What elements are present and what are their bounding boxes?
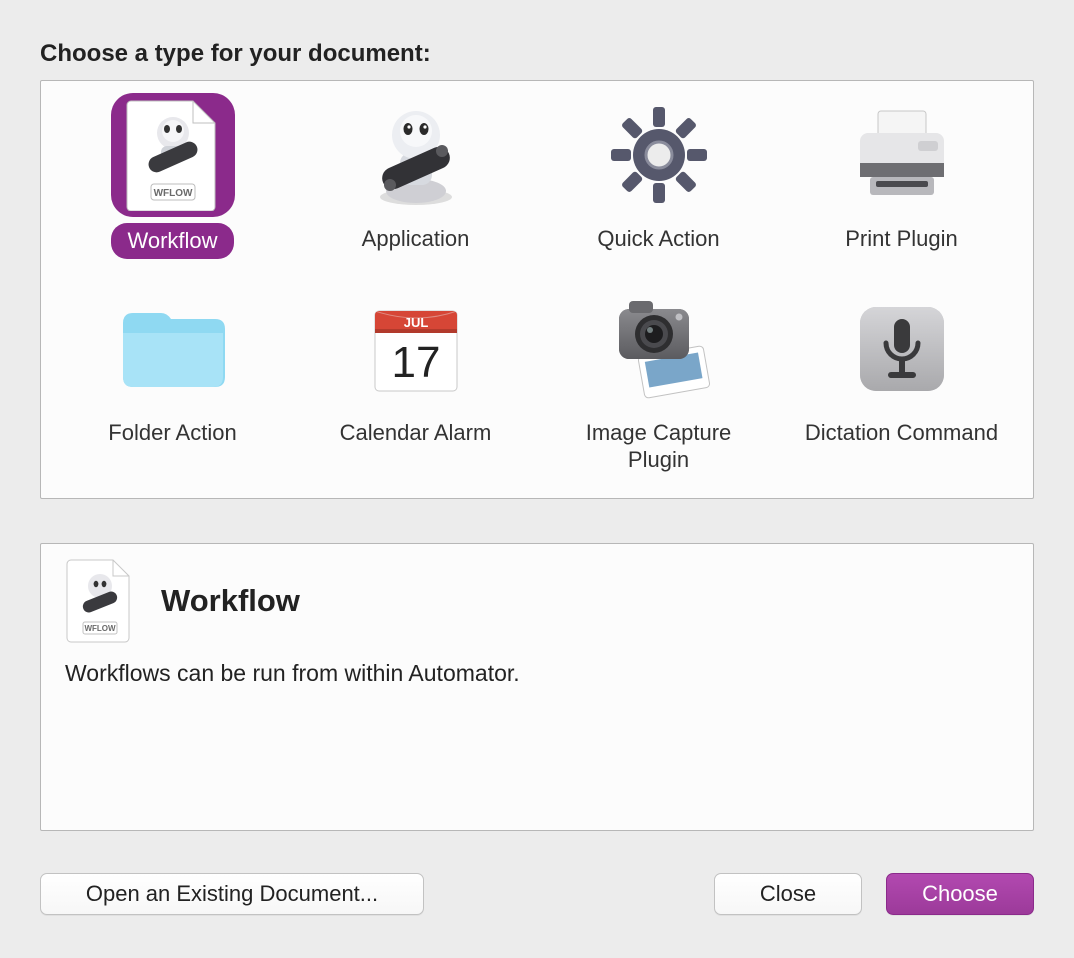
tile-image-capture-plugin[interactable]: Image Capture Plugin [547,287,770,476]
choose-button[interactable]: Choose [886,873,1034,915]
tile-label: Workflow [111,223,233,259]
svg-text:WFLOW: WFLOW [84,624,116,633]
tile-label: Image Capture Plugin [547,417,770,476]
description-body: Workflows can be run from within Automat… [65,660,1009,687]
close-button[interactable]: Close [714,873,862,915]
svg-text:17: 17 [391,338,440,387]
gear-icon [597,93,721,217]
workflow-icon: WFLOW [111,93,235,217]
tile-application[interactable]: Application [304,93,527,259]
calendar-icon: JUL 17 [354,287,478,411]
tile-quick-action[interactable]: Quick Action [547,93,770,259]
document-type-grid: WFLOW Workflow Application [40,80,1034,499]
tile-label: Calendar Alarm [326,417,506,449]
camera-icon [597,287,721,411]
microphone-icon [840,287,964,411]
tile-folder-action[interactable]: Folder Action [61,287,284,476]
tile-dictation-command[interactable]: Dictation Command [790,287,1013,476]
application-icon [354,93,478,217]
tile-label: Dictation Command [791,417,1012,449]
open-existing-button[interactable]: Open an Existing Document... [40,873,424,915]
tile-print-plugin[interactable]: Print Plugin [790,93,1013,259]
tile-label: Folder Action [94,417,250,449]
tile-workflow[interactable]: WFLOW Workflow [61,93,284,259]
description-title: Workflow [161,583,300,619]
tile-label: Application [348,223,484,255]
tile-label: Print Plugin [831,223,972,255]
description-panel: WFLOW Workflow Workflows can be run from… [40,543,1034,831]
workflow-small-icon: WFLOW [65,558,135,644]
tile-calendar-alarm[interactable]: JUL 17 Calendar Alarm [304,287,527,476]
dialog-button-row: Open an Existing Document... Close Choos… [40,873,1034,915]
printer-icon [840,93,964,217]
svg-text:WFLOW: WFLOW [153,188,192,199]
dialog-heading: Choose a type for your document: [40,40,1034,68]
tile-label: Quick Action [583,223,733,255]
folder-icon [111,287,235,411]
